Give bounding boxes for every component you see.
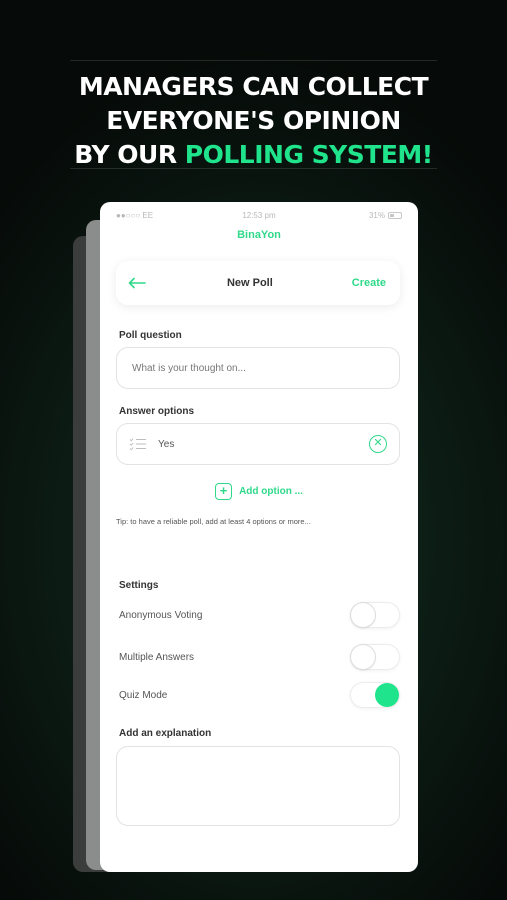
toggle-knob bbox=[351, 645, 375, 669]
battery-status: 31% bbox=[369, 211, 402, 220]
back-arrow-icon[interactable] bbox=[128, 276, 148, 290]
setting-label: Quiz Mode bbox=[119, 689, 168, 701]
headline-line-3: BY OUR POLLING SYSTEM! bbox=[0, 138, 507, 172]
explanation-textarea[interactable] bbox=[116, 746, 400, 826]
settings-heading: Settings bbox=[119, 580, 159, 591]
nav-bar: New Poll Create bbox=[116, 261, 400, 305]
battery-icon bbox=[388, 212, 402, 219]
phone-screen: ●●○○○ EE 12:53 pm 31% BinaYon New Poll C… bbox=[100, 202, 418, 872]
plus-icon: + bbox=[215, 483, 233, 500]
answer-option-row[interactable]: Yes ✕ bbox=[116, 423, 400, 465]
create-button[interactable]: Create bbox=[352, 277, 386, 289]
poll-question-label: Poll question bbox=[119, 330, 182, 341]
poll-tip: Tip: to have a reliable poll, add at lea… bbox=[116, 517, 311, 526]
toggle-knob bbox=[351, 603, 375, 627]
battery-percent: 31% bbox=[368, 211, 385, 220]
headline-divider-bottom bbox=[70, 168, 437, 169]
headline-line-1: MANAGERS CAN COLLECT bbox=[78, 72, 429, 101]
explanation-label: Add an explanation bbox=[119, 728, 212, 739]
quiz-mode-toggle[interactable] bbox=[350, 682, 400, 708]
headline-line-2: EVERYONE'S OPINION bbox=[106, 106, 401, 135]
toggle-knob bbox=[375, 683, 399, 707]
anonymous-voting-toggle[interactable] bbox=[350, 602, 400, 628]
headline-line-3-prefix: BY OUR bbox=[74, 140, 185, 169]
setting-label: Anonymous Voting bbox=[119, 609, 203, 621]
answer-options-label: Answer options bbox=[119, 406, 195, 417]
headline-accent: POLLING SYSTEM! bbox=[184, 140, 433, 169]
setting-label: Multiple Answers bbox=[119, 651, 195, 663]
add-option-label: Add option ... bbox=[239, 486, 303, 497]
poll-question-input[interactable]: What is your thought on... bbox=[116, 347, 400, 389]
add-option-button[interactable]: + Add option ... bbox=[100, 483, 418, 500]
answer-option-text[interactable]: Yes bbox=[158, 439, 369, 450]
multiple-answers-toggle[interactable] bbox=[350, 644, 400, 670]
status-bar: ●●○○○ EE 12:53 pm 31% bbox=[100, 210, 418, 224]
poll-question-placeholder: What is your thought on... bbox=[132, 362, 246, 374]
drag-handle-icon[interactable] bbox=[129, 437, 147, 451]
app-title: BinaYon bbox=[237, 229, 281, 241]
promo-headline: MANAGERS CAN COLLECT EVERYONE'S OPINION … bbox=[0, 70, 507, 172]
page-title: New Poll bbox=[226, 277, 273, 289]
remove-option-icon[interactable]: ✕ bbox=[369, 435, 387, 453]
setting-anonymous-voting: Anonymous Voting bbox=[119, 601, 400, 629]
headline-divider-top bbox=[70, 60, 437, 61]
setting-multiple-answers: Multiple Answers bbox=[119, 643, 400, 671]
setting-quiz-mode: Quiz Mode bbox=[119, 681, 400, 709]
